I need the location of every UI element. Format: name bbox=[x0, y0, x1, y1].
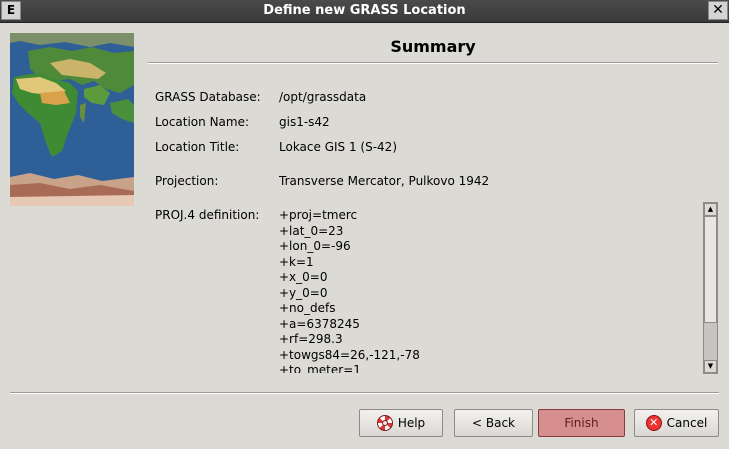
proj4-line: +to_meter=1 bbox=[279, 363, 361, 373]
location-title-label: Location Title: bbox=[155, 140, 240, 154]
proj4-line: +towgs84=26,-121,-78 bbox=[279, 347, 420, 362]
projection-label: Projection: bbox=[155, 174, 219, 188]
finish-button[interactable]: Finish bbox=[538, 409, 625, 437]
lifebuoy-icon bbox=[376, 415, 393, 431]
back-button[interactable]: < Back bbox=[454, 409, 533, 437]
proj4-line: +a=6378245 bbox=[279, 316, 360, 331]
vertical-scrollbar[interactable]: ▲ ▼ bbox=[703, 202, 718, 374]
help-button-label: Help bbox=[397, 416, 426, 430]
proj4-line: +rf=298.3 bbox=[279, 332, 343, 346]
globe-image bbox=[10, 33, 134, 206]
projection-value: Transverse Mercator, Pulkovo 1942 bbox=[279, 174, 490, 188]
proj4-line: +x_0=0 bbox=[279, 270, 328, 284]
cancel-button[interactable]: ✕ Cancel bbox=[634, 409, 719, 437]
title-bar: E Define new GRASS Location ✕ bbox=[0, 0, 729, 23]
proj4-line: +no_defs bbox=[279, 301, 336, 315]
scroll-down-icon[interactable]: ▼ bbox=[704, 360, 717, 373]
scroll-up-icon[interactable]: ▲ bbox=[704, 203, 717, 216]
page-title: Summary bbox=[390, 37, 476, 56]
separator bbox=[148, 62, 718, 64]
scrollbar-thumb[interactable] bbox=[704, 216, 717, 323]
proj4-line: +lat_0=23 bbox=[279, 223, 344, 238]
grass-database-value: /opt/grassdata bbox=[279, 90, 367, 104]
separator bbox=[10, 392, 719, 394]
proj4-line: +proj=tmerc bbox=[279, 208, 358, 222]
finish-button-label: Finish bbox=[564, 416, 599, 430]
help-button[interactable]: Help bbox=[359, 409, 443, 437]
proj4-line: +y_0=0 bbox=[279, 285, 328, 300]
location-title-value: Lokace GIS 1 (S-42) bbox=[279, 140, 398, 154]
window-title: Define new GRASS Location bbox=[263, 3, 466, 18]
window-close-button[interactable]: ✕ bbox=[708, 1, 728, 20]
location-name-label: Location Name: bbox=[155, 115, 250, 129]
location-name-value: gis1-s42 bbox=[279, 115, 330, 129]
cancel-button-label: Cancel bbox=[666, 416, 708, 430]
proj4-label: PROJ.4 definition: bbox=[155, 208, 260, 222]
back-button-label: < Back bbox=[471, 416, 515, 430]
proj4-line: +lon_0=-96 bbox=[279, 239, 351, 253]
proj4-line: +k=1 bbox=[279, 254, 314, 269]
proj4-text-area[interactable]: +proj=tmerc +lat_0=23 +lon_0=-96 +k=1 +x… bbox=[279, 208, 699, 373]
grass-database-label: GRASS Database: bbox=[155, 90, 261, 104]
cancel-icon: ✕ bbox=[645, 415, 662, 431]
